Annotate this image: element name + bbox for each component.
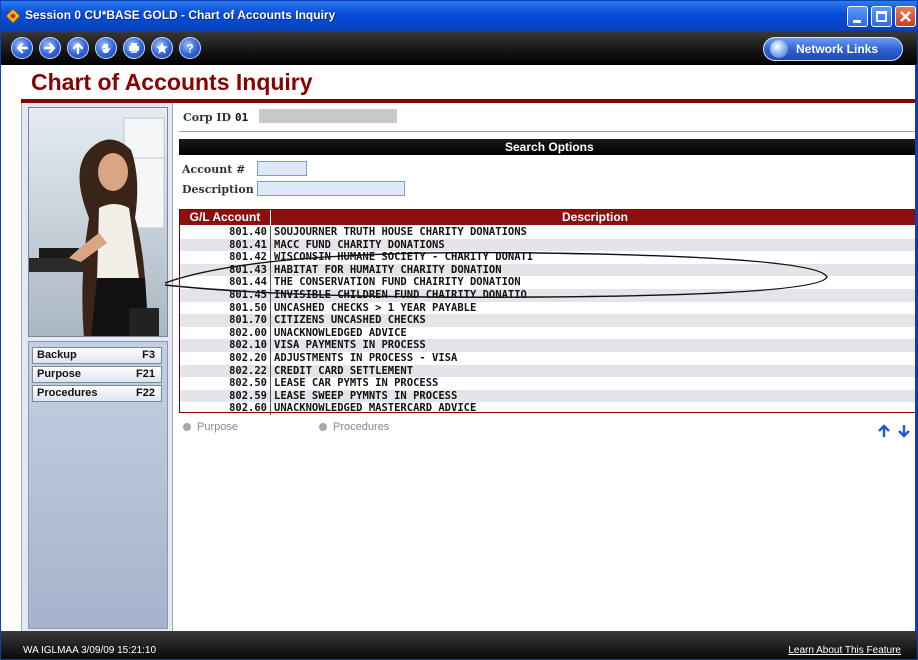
status-text: WA IGLMAA 3/09/09 15:21:10 xyxy=(23,645,157,656)
procedures-key: F22 xyxy=(136,387,155,399)
sidebar-photo xyxy=(28,107,168,337)
sidebar: Backup F3 Purpose F21 Procedures F22 xyxy=(21,103,173,631)
network-links-label: Network Links xyxy=(796,42,879,56)
print-icon xyxy=(129,43,139,53)
backup-key: F3 xyxy=(142,349,155,361)
purpose-button[interactable]: Purpose F21 xyxy=(32,366,162,383)
close-icon xyxy=(900,11,911,22)
close-button[interactable] xyxy=(895,6,916,27)
procedures-label: Procedures xyxy=(37,387,98,399)
network-links-button[interactable]: Network Links xyxy=(763,37,903,61)
gl-accounts-table: G/L Account Description 801.40 SOUJOURNER… xyxy=(164,209,917,415)
corp-name-field xyxy=(259,109,397,123)
search-options-title: Search Options xyxy=(505,140,594,154)
maximize-icon xyxy=(876,11,887,22)
purpose-key: F21 xyxy=(136,368,155,380)
description-label: Description xyxy=(182,183,254,196)
favorites-star-icon xyxy=(156,42,168,54)
svg-text:?: ? xyxy=(186,42,193,56)
purpose-option[interactable]: Purpose xyxy=(183,421,238,433)
help-icon: ? xyxy=(186,42,193,56)
forward-button[interactable] xyxy=(39,37,61,59)
page-title: Chart of Accounts Inquiry xyxy=(31,69,313,95)
up-button[interactable] xyxy=(67,37,89,59)
app-diamond-icon xyxy=(6,9,20,23)
highlight-ellipse-annotation xyxy=(164,251,828,298)
search-options-header: Search Options xyxy=(179,139,917,155)
woman-at-desk-image xyxy=(29,108,167,336)
account-number-input[interactable] xyxy=(257,161,307,176)
back-icon xyxy=(16,42,29,54)
app-window: Session 0 CU*BASE GOLD - Chart of Accoun… xyxy=(0,0,918,660)
page-up-arrow-icon[interactable] xyxy=(877,424,891,438)
print-button[interactable] xyxy=(123,37,145,59)
description-input[interactable] xyxy=(257,181,405,196)
minimize-button[interactable] xyxy=(847,6,868,27)
help-button[interactable]: ? xyxy=(179,37,201,59)
status-bar: WA IGLMAA 3/09/09 15:21:10 Learn About T… xyxy=(1,631,917,659)
backup-button[interactable]: Backup F3 xyxy=(32,347,162,364)
procedures-button[interactable]: Procedures F22 xyxy=(32,385,162,402)
corp-id-value: 01 xyxy=(235,111,249,124)
procedures-radio-icon xyxy=(319,423,327,431)
window-title: Session 0 CU*BASE GOLD - Chart of Accoun… xyxy=(25,8,336,22)
maximize-button[interactable] xyxy=(871,6,892,27)
forward-icon xyxy=(43,42,56,54)
stop-button[interactable] xyxy=(95,37,117,59)
learn-about-feature-link[interactable]: Learn About This Feature xyxy=(788,645,901,656)
backup-label: Backup xyxy=(37,349,77,361)
purpose-radio-icon xyxy=(183,423,191,431)
purpose-label: Purpose xyxy=(37,368,82,380)
title-bar: Session 0 CU*BASE GOLD - Chart of Accoun… xyxy=(1,1,917,31)
globe-icon xyxy=(770,40,788,58)
back-button[interactable] xyxy=(11,37,33,59)
procedures-option-label: Procedures xyxy=(333,421,390,433)
purpose-option-label: Purpose xyxy=(197,421,238,433)
minimize-icon xyxy=(853,20,861,23)
corp-id-label: Corp ID xyxy=(183,111,232,124)
corp-divider xyxy=(179,131,917,132)
account-number-label: Account # xyxy=(182,163,246,176)
right-window-border xyxy=(915,65,917,631)
favorites-button[interactable] xyxy=(151,37,173,59)
procedures-option[interactable]: Procedures xyxy=(319,421,389,433)
page-down-arrow-icon[interactable] xyxy=(897,424,911,438)
toolbar: ? Network Links xyxy=(1,31,917,65)
hand-stop-icon xyxy=(102,43,111,53)
up-icon xyxy=(72,42,84,55)
